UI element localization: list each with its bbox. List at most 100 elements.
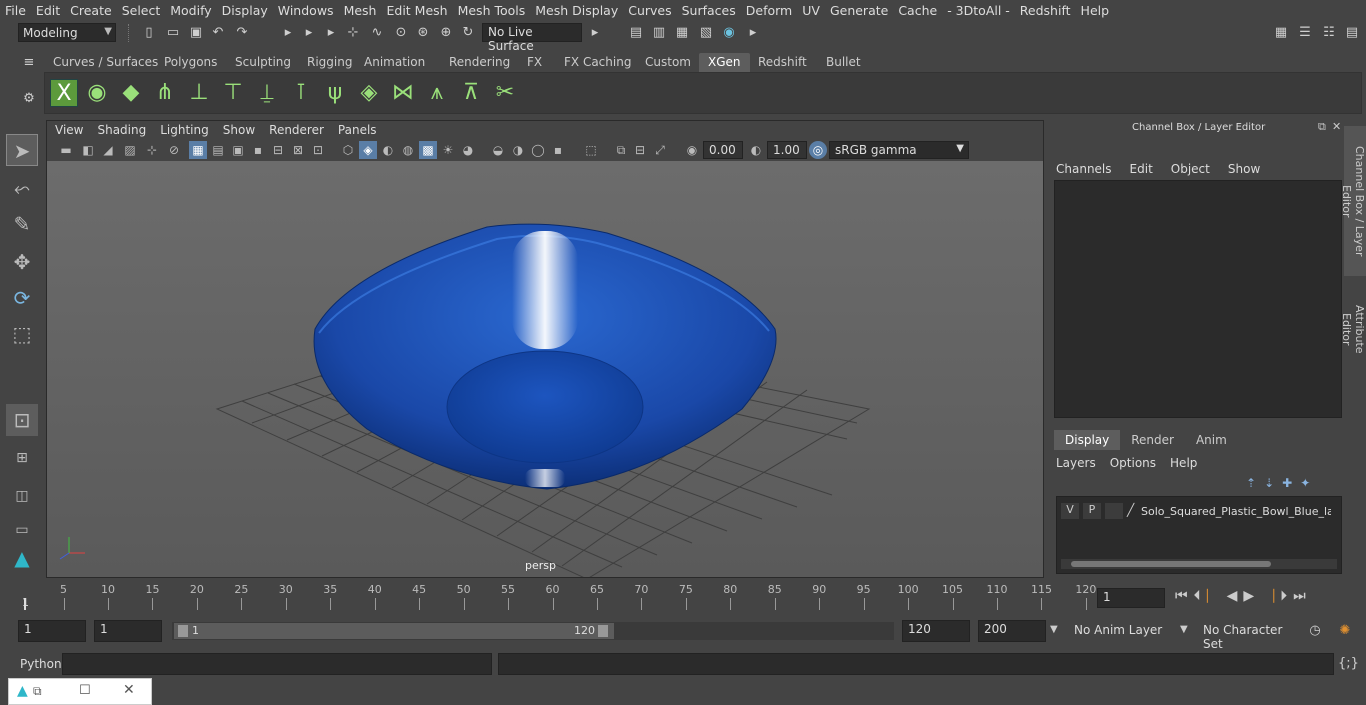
textured-icon[interactable]: ▣: [229, 141, 247, 159]
film-gate-icon[interactable]: ⊘: [165, 141, 183, 159]
viewport-menu-lighting[interactable]: Lighting: [152, 123, 215, 137]
gate-mask-icon[interactable]: ⊟: [631, 141, 649, 159]
chevron-down-icon[interactable]: ▼: [1050, 624, 1058, 635]
xgen-sculpt-icon[interactable]: ⍊: [253, 79, 281, 107]
shelf-tab-xgen[interactable]: XGen: [699, 53, 750, 73]
viewport-menu-show[interactable]: Show: [215, 123, 261, 137]
auto-key-icon[interactable]: ◷: [1306, 622, 1324, 640]
channel-list[interactable]: [1054, 180, 1342, 418]
close-icon[interactable]: ✕: [123, 682, 135, 698]
default-material-icon[interactable]: ◍: [399, 141, 417, 159]
bookmark-icon[interactable]: ◢: [99, 141, 117, 159]
mode-selector[interactable]: Modeling ▼: [18, 23, 116, 42]
menu-surfaces[interactable]: Surfaces: [677, 3, 741, 18]
channel-menu-show[interactable]: Show: [1228, 162, 1260, 176]
tab-channel-box[interactable]: Channel Box / Layer Editor: [1340, 126, 1366, 276]
playback-end-field[interactable]: 120: [902, 620, 970, 642]
hud-icon[interactable]: ▪: [549, 141, 567, 159]
command-input[interactable]: [62, 653, 492, 675]
menu-curves[interactable]: Curves: [623, 3, 676, 18]
step-forward-key-icon[interactable]: ⎹: [1260, 588, 1274, 604]
arrow-right-icon[interactable]: ▸: [586, 24, 604, 42]
channel-box-icon[interactable]: ▤: [1343, 24, 1361, 42]
layer-scrollbar[interactable]: [1061, 559, 1337, 569]
range-slider[interactable]: 1 120: [172, 622, 894, 640]
wireframe-icon[interactable]: ▦: [189, 141, 207, 159]
select-camera-icon[interactable]: ⬚: [582, 141, 600, 159]
menu-edit-mesh[interactable]: Edit Mesh: [381, 3, 452, 18]
shelf-tab-fx[interactable]: FX: [518, 53, 551, 73]
ao-icon[interactable]: ⊠: [289, 141, 307, 159]
new-scene-icon[interactable]: ▯: [140, 24, 158, 42]
go-end-icon[interactable]: ⏭: [1293, 588, 1306, 604]
layer-tab-display[interactable]: Display: [1054, 430, 1121, 450]
shelf-tab-rigging[interactable]: Rigging: [298, 53, 361, 73]
rotate-tool-icon[interactable]: ⟳: [6, 282, 38, 314]
snap-grid-icon[interactable]: ⊹: [344, 24, 362, 42]
menu-3dtoall[interactable]: - 3DtoAll -: [942, 3, 1015, 18]
resolution-gate-icon[interactable]: ⤢: [651, 141, 669, 159]
playback-start-field[interactable]: 1: [94, 620, 162, 642]
xgen-length-icon[interactable]: ⊼: [457, 79, 485, 107]
script-editor-icon[interactable]: {;}: [1338, 655, 1359, 673]
isolate-icon[interactable]: ⬡: [339, 141, 357, 159]
exposure-field[interactable]: 0.00: [703, 141, 743, 159]
snap-view-icon[interactable]: ⊛: [414, 24, 432, 42]
gamma-icon[interactable]: ◐: [747, 141, 765, 159]
paint-select-tool-icon[interactable]: ✎: [6, 208, 38, 240]
play-back-icon[interactable]: ◀: [1227, 588, 1238, 604]
menu-mesh-display[interactable]: Mesh Display: [530, 3, 623, 18]
anim-layer-dropdown[interactable]: No Anim Layer: [1068, 620, 1178, 642]
xgen-leaf-icon[interactable]: ◆: [117, 79, 145, 107]
isolate-select-icon[interactable]: ⧉: [612, 141, 630, 159]
step-back-icon[interactable]: ⏴: [1194, 588, 1201, 604]
exposure-icon[interactable]: ◉: [683, 141, 701, 159]
maximize-icon[interactable]: ☐: [79, 683, 91, 698]
layer-type-toggle[interactable]: [1105, 503, 1123, 519]
xgen-fur-icon[interactable]: ⩚: [423, 79, 451, 107]
render-settings-icon[interactable]: ▧: [697, 24, 715, 42]
shelf-menu-icon[interactable]: ≡: [20, 54, 38, 72]
shelf-tab-rendering[interactable]: Rendering: [440, 53, 519, 73]
xray-icon[interactable]: ◈: [359, 141, 377, 159]
two-view-icon[interactable]: ◫: [6, 480, 38, 512]
scene-end-field[interactable]: 200: [978, 620, 1046, 642]
arrow-right-icon[interactable]: ▸: [744, 24, 762, 42]
channel-menu-object[interactable]: Object: [1171, 162, 1210, 176]
menu-cache[interactable]: Cache: [893, 3, 942, 18]
move-layer-up-icon[interactable]: ⇡: [1246, 476, 1256, 490]
hypershade-icon[interactable]: ◉: [720, 24, 738, 42]
viewport-menu-renderer[interactable]: Renderer: [261, 123, 330, 137]
scrollbar-thumb[interactable]: [1071, 561, 1271, 567]
outliner-icon[interactable]: ☰: [1296, 24, 1314, 42]
checker-icon[interactable]: ▩: [419, 141, 437, 159]
scale-tool-icon[interactable]: ⬚: [6, 318, 38, 350]
menu-file[interactable]: File: [0, 3, 31, 18]
motion-blur-icon[interactable]: ◕: [459, 141, 477, 159]
light-icon[interactable]: ☀: [439, 141, 457, 159]
xgen-guides-icon[interactable]: ⋔: [151, 79, 179, 107]
menu-display[interactable]: Display: [217, 3, 273, 18]
viewport-menu-view[interactable]: View: [47, 123, 89, 137]
time-slider[interactable]: 5 10 15 20 25 30 35 40 45 50 55 60 65 70 75 80 85 90 95 100…: [0, 580, 1366, 614]
animation-prefs-icon[interactable]: ✺: [1336, 622, 1354, 640]
undo-icon[interactable]: ↶: [209, 24, 227, 42]
go-start-icon[interactable]: ⏮: [1175, 588, 1188, 604]
layer-tab-render[interactable]: Render: [1120, 430, 1185, 450]
xgen-bend-icon[interactable]: ⋈: [389, 79, 417, 107]
menu-redshift[interactable]: Redshift: [1015, 3, 1076, 18]
command-language-label[interactable]: Python: [20, 657, 62, 671]
xgen-lock-icon[interactable]: ⊺: [287, 79, 315, 107]
attribute-icon[interactable]: ☷: [1320, 24, 1338, 42]
quick-layout-icon[interactable]: ⊡: [6, 404, 38, 436]
step-back-key-icon[interactable]: ⎸: [1207, 588, 1221, 604]
menu-create[interactable]: Create: [65, 3, 117, 18]
move-layer-down-icon[interactable]: ⇣: [1264, 476, 1274, 490]
restore-icon[interactable]: ⧉: [33, 684, 42, 699]
channel-menu-edit[interactable]: Edit: [1130, 162, 1153, 176]
snap-curve-icon[interactable]: ∿: [368, 24, 386, 42]
channel-menu-channels[interactable]: Channels: [1056, 162, 1112, 176]
xgen-place-icon[interactable]: ⊥: [185, 79, 213, 107]
shaded-wire-icon[interactable]: ◐: [379, 141, 397, 159]
layer-tab-anim[interactable]: Anim: [1185, 430, 1238, 450]
